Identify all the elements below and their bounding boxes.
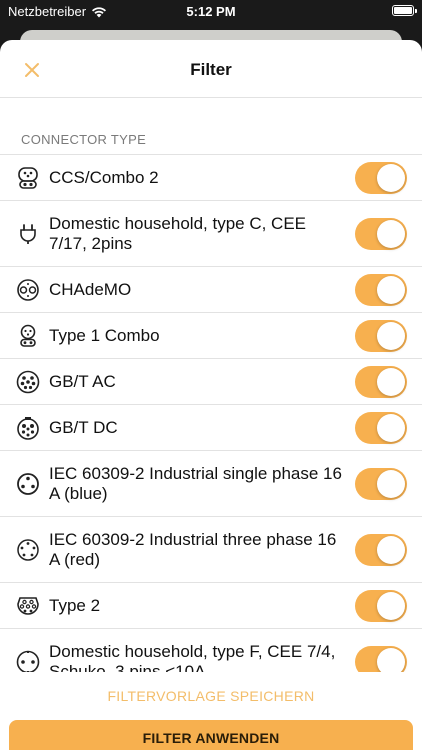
toggle-knob — [377, 367, 405, 396]
toggle-knob — [377, 469, 405, 498]
gbt-ac-icon — [16, 370, 40, 393]
section-header: CONNECTOR TYPE — [21, 132, 147, 147]
schuko-icon — [16, 650, 40, 672]
chademo-icon — [17, 278, 39, 301]
type-2-icon — [17, 596, 39, 615]
list-item: Type 1 Combo — [0, 313, 422, 359]
connector-label: IEC 60309-2 Industrial three phase 16 A … — [49, 529, 337, 569]
toggle-knob — [377, 591, 405, 620]
toggle-knob — [377, 219, 405, 248]
toggle-knob — [377, 321, 405, 350]
connector-label: IEC 60309-2 Industrial single phase 16 A… — [49, 463, 342, 503]
connector-toggle[interactable] — [355, 589, 407, 622]
gbt-dc-icon — [17, 416, 39, 440]
list-item: CHAdeMO — [0, 267, 422, 313]
status-time: 5:12 PM — [186, 4, 236, 19]
connector-label: CCS/Combo 2 — [49, 167, 159, 187]
filter-sheet: Filter CONNECTOR TYPE CCS/Combo 2 Domest… — [0, 40, 422, 750]
list-item: IEC 60309-2 Industrial three phase 16 A … — [0, 517, 422, 583]
list-item: Domestic household, type C, CEE 7/17, 2p… — [0, 201, 422, 267]
list-item: CCS/Combo 2 — [0, 155, 422, 201]
list-item: GB/T AC — [0, 359, 422, 405]
type-1-combo-icon — [20, 324, 36, 347]
type-c-plug-icon — [20, 223, 36, 244]
toggle-knob — [377, 647, 405, 672]
iec-three-phase-icon — [17, 538, 39, 561]
connector-toggle[interactable] — [355, 365, 407, 398]
connector-list[interactable]: CCS/Combo 2 Domestic household, type C, … — [0, 154, 422, 672]
connector-toggle[interactable] — [355, 161, 407, 194]
list-item: IEC 60309-2 Industrial single phase 16 A… — [0, 451, 422, 517]
toggle-knob — [377, 413, 405, 442]
connector-label: Type 2 — [49, 595, 101, 615]
toggle-knob — [377, 275, 405, 304]
save-template-button[interactable]: FILTERVORLAGE SPEICHERN — [0, 688, 422, 704]
list-item: GB/T DC — [0, 405, 422, 451]
connector-toggle[interactable] — [355, 411, 407, 444]
connector-label: CHAdeMO — [49, 279, 132, 299]
toggle-knob — [377, 163, 405, 192]
battery-indicator — [392, 5, 417, 16]
ccs-combo-2-icon — [18, 166, 38, 189]
page-title: Filter — [190, 60, 232, 79]
list-item: Type 2 — [0, 583, 422, 629]
status-bar: Netzbetreiber 5:12 PM — [0, 0, 422, 24]
connector-label: GB/T AC — [49, 371, 116, 391]
connector-label: Domestic household, type F, CEE 7/4, Sch… — [49, 641, 336, 673]
toggle-knob — [377, 535, 405, 564]
connector-label: GB/T DC — [49, 417, 118, 437]
connector-toggle[interactable] — [355, 533, 407, 566]
battery-icon — [392, 5, 417, 16]
connector-toggle[interactable] — [355, 467, 407, 500]
nav-bar: Filter — [0, 40, 422, 98]
connector-toggle[interactable] — [355, 319, 407, 352]
list-item: Domestic household, type F, CEE 7/4, Sch… — [0, 629, 422, 672]
iec-single-phase-icon — [17, 472, 39, 495]
connector-label: Type 1 Combo — [49, 325, 160, 345]
connector-toggle[interactable] — [355, 645, 407, 672]
connector-toggle[interactable] — [355, 273, 407, 306]
apply-filter-button[interactable]: FILTER ANWENDEN — [9, 720, 413, 750]
connector-toggle[interactable] — [355, 217, 407, 250]
connector-label: Domestic household, type C, CEE 7/17, 2p… — [49, 213, 307, 253]
